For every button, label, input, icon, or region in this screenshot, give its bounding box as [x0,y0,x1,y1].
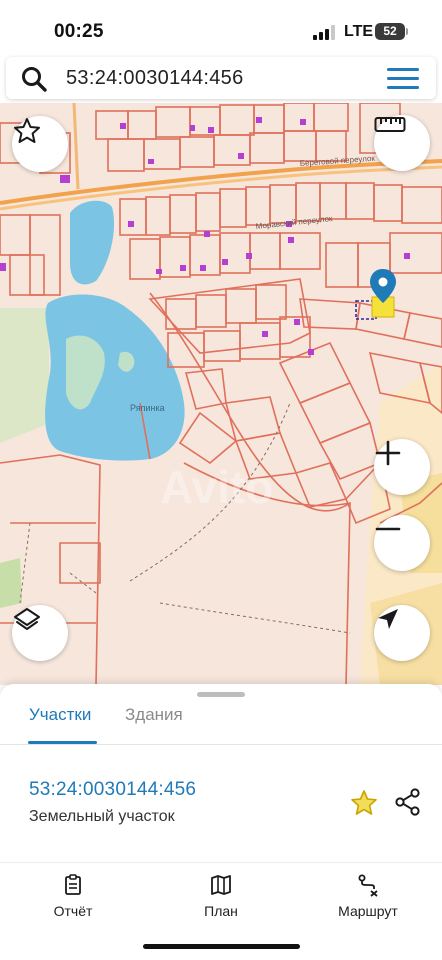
signal-strength-icon [313,24,337,40]
divider [0,744,442,745]
route-icon [358,874,378,897]
battery-icon: 52 [375,23,408,40]
map-icon [211,875,231,895]
status-bar: 00:25 LTE 52 [0,0,442,56]
nav-label-plan: План [204,903,238,919]
search-icon[interactable] [20,65,48,93]
street-label-2: Моравский переулок [255,214,333,231]
nav-item-route[interactable]: Маршрут [313,873,423,919]
star-outline-icon [14,118,40,143]
cadastral-map[interactable]: Береговой переулок Моравский переулок Ря… [0,103,442,685]
tab-parcels[interactable]: Участки [29,705,91,725]
ruler-icon [374,117,406,132]
sheet-grabber[interactable] [197,692,245,697]
minus-icon [375,527,401,531]
lake-label: Ряпинка [130,403,165,413]
layers-icon [14,608,40,630]
nav-item-plan[interactable]: План [166,873,276,919]
watermark: Avito [160,461,273,513]
locate-me-button[interactable] [374,605,430,661]
plus-icon [375,440,401,466]
network-type: LTE [344,23,374,40]
result-type: Земельный участок [29,808,175,825]
search-bar[interactable]: 53:24:0030144:456 [6,57,436,99]
pond [70,200,115,285]
hamburger-menu-icon[interactable] [387,68,419,90]
navigation-arrow-icon [378,609,398,629]
zoom-out-button[interactable] [374,515,430,571]
status-time: 00:25 [54,21,104,42]
search-input[interactable]: 53:24:0030144:456 [66,67,244,90]
bottom-sheet[interactable]: Участки Здания 53:24:0030144:456 Земельн… [0,684,442,862]
ruler-button[interactable] [374,115,430,171]
report-icon [65,874,81,895]
map-canvas[interactable]: Береговой переулок Моравский переулок Ря… [0,103,442,685]
tab-buildings[interactable]: Здания [125,705,183,725]
favorite-button[interactable] [12,116,68,172]
nav-item-report[interactable]: Отчёт [18,873,128,919]
star-icon[interactable] [349,788,379,818]
nav-label-route: Маршрут [338,903,398,919]
share-icon[interactable] [394,787,422,817]
nav-label-report: Отчёт [53,903,93,919]
result-cadastral-number[interactable]: 53:24:0030144:456 [29,779,196,801]
layers-button[interactable] [12,605,68,661]
home-indicator [143,944,300,949]
zoom-in-button[interactable] [374,439,430,495]
